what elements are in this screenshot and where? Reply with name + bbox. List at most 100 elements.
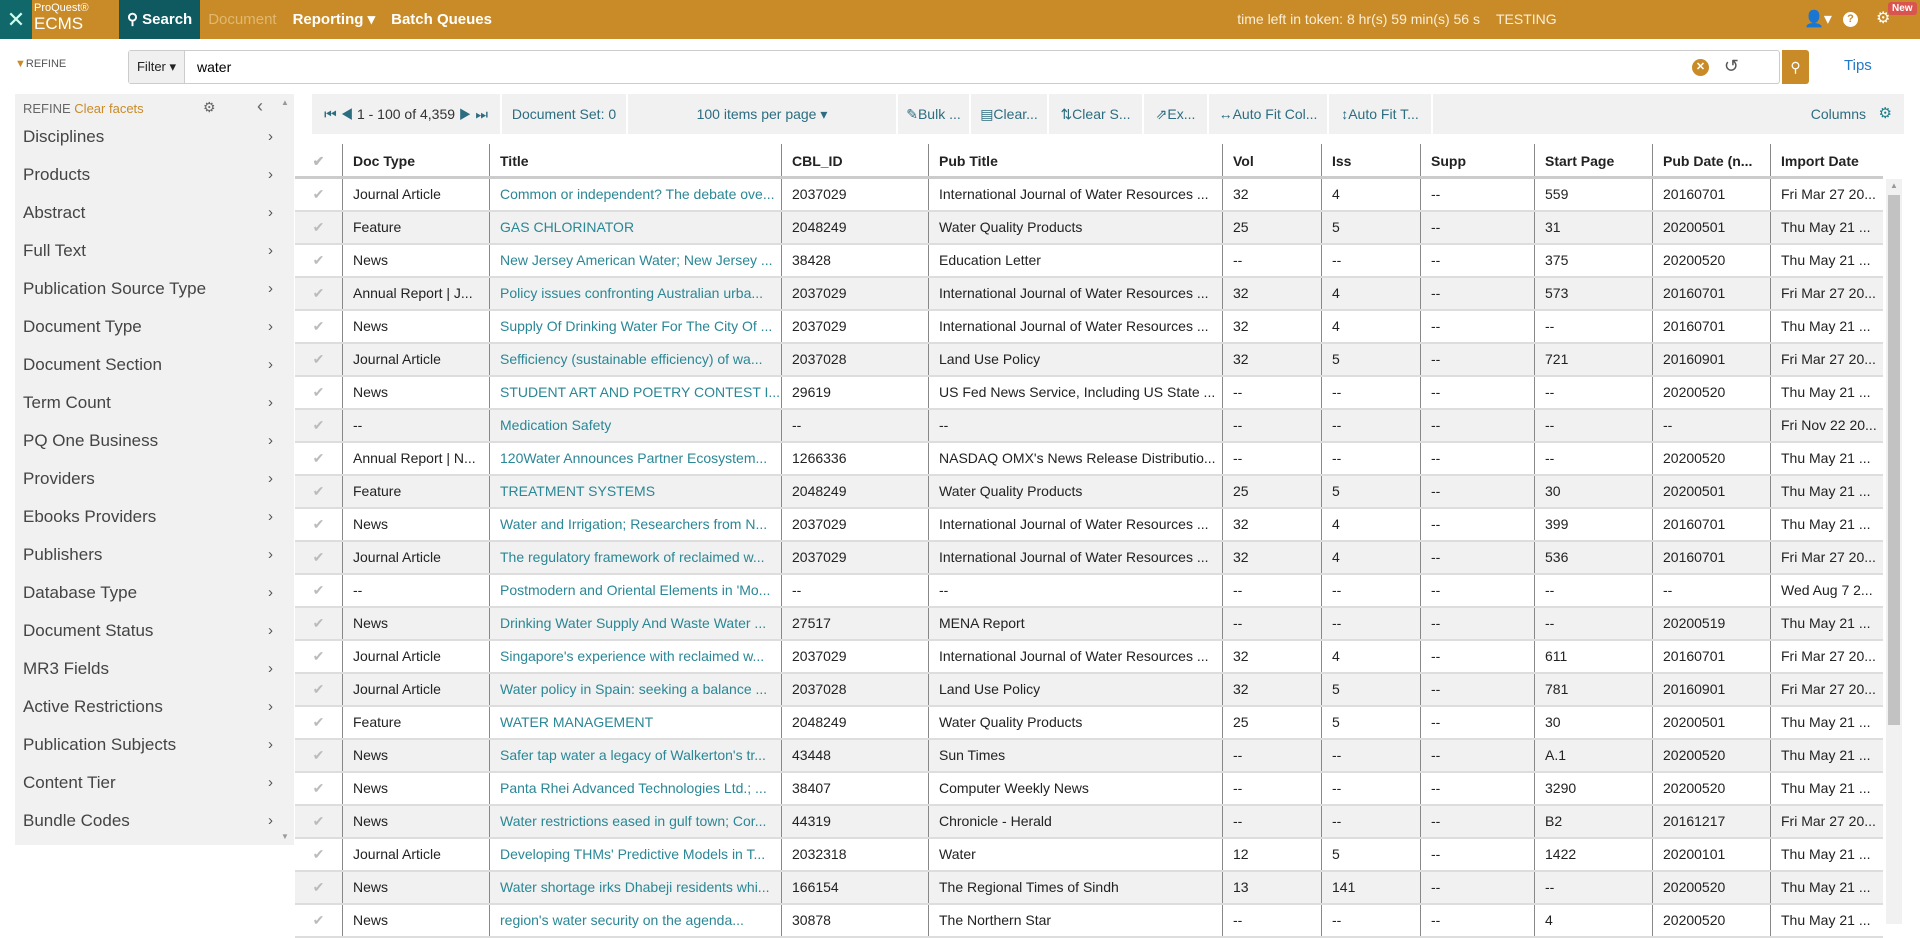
row-check-icon[interactable]: ✔: [295, 575, 342, 606]
table-row[interactable]: ✔ -- Medication Safety -- -- -- -- -- -- -- Fri No…: [295, 410, 1883, 443]
row-check-icon[interactable]: ✔: [295, 806, 342, 837]
column-header-supp[interactable]: Supp: [1420, 144, 1534, 176]
document-set[interactable]: Document Set: 0: [502, 94, 628, 134]
row-check-icon[interactable]: ✔: [295, 212, 342, 243]
cell-title[interactable]: Singapore's experience with reclaimed w.…: [489, 641, 781, 672]
nav-search[interactable]: ⚲ Search: [119, 0, 201, 39]
row-check-icon[interactable]: ✔: [295, 509, 342, 540]
table-row[interactable]: ✔ Annual Report | N... 120Water Announces …: [295, 443, 1883, 476]
table-row[interactable]: ✔ Journal Article Water policy in Spain: s…: [295, 674, 1883, 707]
row-check-icon[interactable]: ✔: [295, 542, 342, 573]
sidebar-item[interactable]: Document Type ›: [23, 308, 273, 346]
select-all-check-icon[interactable]: ✔: [295, 144, 342, 176]
row-check-icon[interactable]: ✔: [295, 674, 342, 705]
column-header-cbl-id[interactable]: CBL_ID: [781, 144, 928, 176]
cell-title[interactable]: Safer tap water a legacy of Walkerton's …: [489, 740, 781, 771]
row-check-icon[interactable]: ✔: [295, 410, 342, 441]
row-check-icon[interactable]: ✔: [295, 773, 342, 804]
table-row[interactable]: ✔ News region's water security on the agen…: [295, 905, 1883, 938]
cell-title[interactable]: Sefficiency (sustainable efficiency) of …: [489, 344, 781, 375]
row-check-icon[interactable]: ✔: [295, 641, 342, 672]
last-page-icon[interactable]: ⏭: [475, 106, 488, 122]
column-header-vol[interactable]: Vol: [1222, 144, 1321, 176]
columns-gear-icon[interactable]: ⚙: [1879, 94, 1892, 134]
auto-fit-columns-button[interactable]: ↔Auto Fit Col...: [1209, 94, 1329, 134]
tips-link[interactable]: Tips: [1844, 57, 1872, 74]
filter-dropdown[interactable]: Filter ▾: [129, 51, 185, 83]
sidebar-item[interactable]: PQ One Business ›: [23, 422, 273, 460]
column-header-pub-title[interactable]: Pub Title: [928, 144, 1222, 176]
scroll-up-icon[interactable]: ▲: [281, 98, 289, 107]
cell-title[interactable]: New Jersey American Water; New Jersey ..…: [489, 245, 781, 276]
sidebar-item[interactable]: Providers ›: [23, 460, 273, 498]
cell-title[interactable]: Developing THMs' Predictive Models in T.…: [489, 839, 781, 870]
sidebar-item[interactable]: Active Restrictions ›: [23, 688, 273, 726]
cell-title[interactable]: TREATMENT SYSTEMS: [489, 476, 781, 507]
table-row[interactable]: ✔ -- Postmodern and Oriental Elements in '…: [295, 575, 1883, 608]
scroll-up-icon[interactable]: ▲: [1890, 181, 1898, 190]
table-row[interactable]: ✔ News Water restrictions eased in gulf to…: [295, 806, 1883, 839]
search-submit-button[interactable]: ⚲: [1782, 50, 1809, 84]
table-row[interactable]: ✔ News Drinking Water Supply And Waste Wat…: [295, 608, 1883, 641]
sidebar-settings-icon[interactable]: ⚙: [203, 99, 216, 116]
column-header-import-date[interactable]: Import Date: [1770, 144, 1883, 176]
search-input[interactable]: [197, 51, 1697, 83]
user-menu-icon[interactable]: 👤▾: [1804, 9, 1832, 29]
cell-title[interactable]: Supply Of Drinking Water For The City Of…: [489, 311, 781, 342]
cell-title[interactable]: WATER MANAGEMENT: [489, 707, 781, 738]
sidebar-item[interactable]: Term Count ›: [23, 384, 273, 422]
sidebar-item[interactable]: Abstract ›: [23, 194, 273, 232]
cell-title[interactable]: Water policy in Spain: seeking a balance…: [489, 674, 781, 705]
sidebar-item[interactable]: Full Text ›: [23, 232, 273, 270]
row-check-icon[interactable]: ✔: [295, 740, 342, 771]
row-check-icon[interactable]: ✔: [295, 179, 342, 210]
first-page-icon[interactable]: ⏮: [324, 106, 337, 122]
columns-button[interactable]: Columns: [1811, 94, 1866, 134]
row-check-icon[interactable]: ✔: [295, 245, 342, 276]
nav-batch-queues[interactable]: Batch Queues: [383, 0, 500, 39]
column-header-title[interactable]: Title: [489, 144, 781, 176]
scrollbar-thumb[interactable]: [1888, 195, 1900, 725]
export-button[interactable]: ⇗Ex...: [1144, 94, 1209, 134]
row-check-icon[interactable]: ✔: [295, 707, 342, 738]
cell-title[interactable]: Water restrictions eased in gulf town; C…: [489, 806, 781, 837]
table-row[interactable]: ✔ Journal Article Common or independent? T…: [295, 179, 1883, 212]
row-check-icon[interactable]: ✔: [295, 443, 342, 474]
sidebar-item[interactable]: Disciplines ›: [23, 118, 273, 156]
cell-title[interactable]: Medication Safety: [489, 410, 781, 441]
cell-title[interactable]: STUDENT ART AND POETRY CONTEST I...: [489, 377, 781, 408]
collapse-sidebar-icon[interactable]: ‹: [257, 96, 263, 117]
table-row[interactable]: ✔ Journal Article Singapore's experience w…: [295, 641, 1883, 674]
table-row[interactable]: ✔ Journal Article Developing THMs' Predict…: [295, 839, 1883, 872]
prev-page-icon[interactable]: ◀: [341, 106, 354, 122]
cell-title[interactable]: The regulatory framework of reclaimed w.…: [489, 542, 781, 573]
cell-title[interactable]: Policy issues confronting Australian urb…: [489, 278, 781, 309]
sidebar-item[interactable]: Database Type ›: [23, 574, 273, 612]
table-row[interactable]: ✔ News New Jersey American Water; New Jers…: [295, 245, 1883, 278]
column-header-start-page[interactable]: Start Page: [1534, 144, 1652, 176]
table-row[interactable]: ✔ Feature WATER MANAGEMENT 2048249 Water Qua…: [295, 707, 1883, 740]
table-row[interactable]: ✔ News Panta Rhei Advanced Technologies Lt…: [295, 773, 1883, 806]
cell-title[interactable]: 120Water Announces Partner Ecosystem...: [489, 443, 781, 474]
scroll-down-icon[interactable]: ▼: [281, 832, 289, 841]
clear-sort-button[interactable]: ⇅Clear S...: [1049, 94, 1144, 134]
cell-title[interactable]: Common or independent? The debate ove...: [489, 179, 781, 210]
cell-title[interactable]: Postmodern and Oriental Elements in 'Mo.…: [489, 575, 781, 606]
row-check-icon[interactable]: ✔: [295, 476, 342, 507]
sidebar-item[interactable]: Publication Source Type ›: [23, 270, 273, 308]
refine-toggle[interactable]: ▼REFINE: [15, 58, 66, 70]
sidebar-item[interactable]: Bundle Codes ›: [23, 802, 273, 840]
row-check-icon[interactable]: ✔: [295, 377, 342, 408]
sidebar-item[interactable]: Publishers ›: [23, 536, 273, 574]
nav-reporting[interactable]: Reporting ▾: [285, 0, 384, 39]
next-page-icon[interactable]: ▶: [459, 106, 472, 122]
row-check-icon[interactable]: ✔: [295, 872, 342, 903]
table-row[interactable]: ✔ Journal Article Sefficiency (sustainable…: [295, 344, 1883, 377]
table-row[interactable]: ✔ Journal Article The regulatory framework…: [295, 542, 1883, 575]
sidebar-item[interactable]: MR3 Fields ›: [23, 650, 273, 688]
clear-facets-link[interactable]: Clear facets: [74, 101, 143, 116]
sidebar-item[interactable]: Document Section ›: [23, 346, 273, 384]
table-row[interactable]: ✔ Annual Report | J... Policy issues confr…: [295, 278, 1883, 311]
cell-title[interactable]: region's water security on the agenda...: [489, 905, 781, 936]
clear-search-icon[interactable]: ✕: [1692, 59, 1709, 76]
